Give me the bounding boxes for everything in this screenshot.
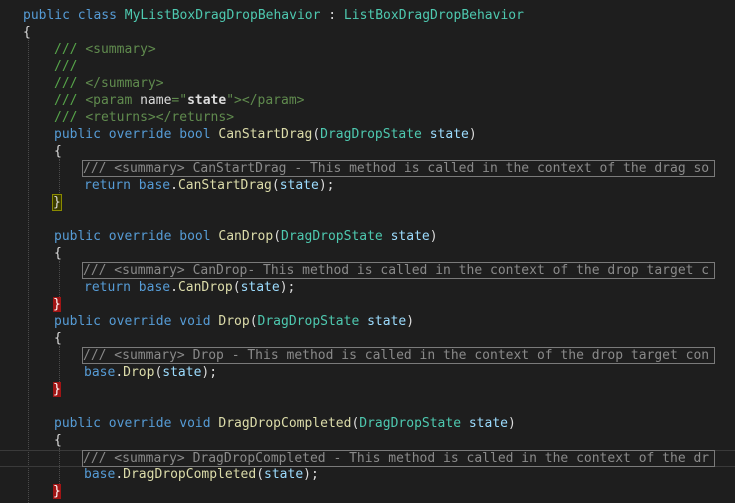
open-brace: { — [23, 25, 31, 40]
keyword: base — [138, 280, 171, 295]
doc-comment-line[interactable]: /// <param name="state"></param> — [54, 92, 305, 109]
doc-slashes: /// — [54, 76, 86, 91]
collapsed-comment-block[interactable]: /// <summary> Drop - This method is call… — [82, 347, 715, 364]
keyword: public — [54, 314, 101, 329]
doc-attr-value: state — [187, 93, 227, 108]
indent-guide — [59, 346, 60, 386]
keyword: bool — [179, 229, 211, 244]
code-line[interactable]: } — [52, 194, 62, 211]
close-brace: } — [53, 484, 61, 499]
open-brace: { — [54, 144, 62, 159]
method-name: Drop — [218, 314, 250, 329]
argument: state — [240, 280, 280, 295]
doc-slashes: /// — [54, 93, 86, 108]
code-line[interactable]: { — [23, 24, 31, 41]
doc-comment-line[interactable]: /// — [54, 58, 77, 75]
class-name: MyListBoxDragDropBehavior — [124, 8, 321, 23]
method-call: Drop — [123, 365, 155, 380]
doc-tag: ></param> — [234, 93, 305, 108]
collapsed-comment-block[interactable]: /// <summary> CanStartDrag - This method… — [82, 160, 715, 177]
param-type: DragDropState — [359, 416, 462, 431]
indent-guide — [28, 40, 29, 503]
keyword: public — [54, 229, 101, 244]
doc-slashes: /// — [54, 110, 86, 125]
argument: state — [279, 178, 319, 193]
param-name: state — [429, 127, 469, 142]
method-signature-line[interactable]: public override bool CanDrop(DragDropSta… — [54, 228, 438, 245]
code-line[interactable]: return base.CanDrop(state); — [84, 279, 295, 296]
code-line[interactable]: } — [53, 381, 61, 398]
doc-attr-name: name — [140, 93, 172, 108]
keyword: override — [108, 127, 172, 142]
code-line[interactable]: { — [54, 245, 62, 262]
code-line[interactable]: { — [54, 432, 62, 449]
keyword: base — [84, 467, 116, 482]
code-line[interactable]: { — [54, 143, 62, 160]
param-type: DragDropState — [257, 314, 360, 329]
doc-tag: <summary> — [85, 42, 156, 57]
doc-comment-line[interactable]: /// <summary> — [54, 41, 156, 58]
keyword: class — [77, 8, 117, 23]
base-class-name: ListBoxDragDropBehavior — [343, 8, 524, 23]
colon-separator: : — [320, 8, 344, 23]
keyword: base — [84, 365, 116, 380]
keyword: override — [108, 416, 172, 431]
code-line[interactable]: } — [53, 296, 61, 313]
doc-tag: </summary> — [85, 76, 164, 91]
method-name: CanStartDrag — [218, 127, 313, 142]
indent-guide — [59, 159, 60, 199]
open-brace: { — [54, 331, 62, 346]
keyword: void — [179, 416, 211, 431]
method-signature-line[interactable]: public override void DragDropCompleted(D… — [54, 415, 516, 432]
collapsed-comment-block[interactable]: /// <summary> CanDrop- This method is ca… — [82, 262, 715, 279]
param-type: DragDropState — [281, 229, 383, 244]
close-brace: } — [53, 297, 61, 312]
keyword: void — [179, 314, 211, 329]
close-brace: } — [53, 382, 61, 397]
doc-comment-line[interactable]: /// <returns></returns> — [54, 109, 234, 126]
code-line[interactable]: } — [53, 483, 61, 500]
keyword: override — [108, 229, 172, 244]
method-name: CanDrop — [218, 229, 274, 244]
doc-attr-quote: " — [226, 93, 235, 108]
collapsed-comment-block[interactable]: /// <summary> DragDropCompleted - This m… — [82, 450, 715, 467]
keyword: override — [108, 314, 172, 329]
keyword: return — [84, 280, 131, 295]
argument: state — [264, 467, 304, 482]
keyword: bool — [179, 127, 211, 142]
param-name: state — [367, 314, 407, 329]
code-editor[interactable]: public class MyListBoxDragDropBehavior :… — [0, 0, 735, 503]
method-call: CanStartDrag — [177, 178, 272, 193]
doc-slashes: /// — [54, 42, 86, 57]
keyword: public — [54, 416, 101, 431]
method-name: DragDropCompleted — [218, 416, 352, 431]
code-line[interactable]: base.DragDropCompleted(state); — [84, 466, 319, 483]
method-signature-line[interactable]: public override void Drop(DragDropState … — [54, 313, 414, 330]
keyword: public — [54, 127, 101, 142]
param-type: DragDropState — [320, 127, 422, 142]
param-name: state — [468, 416, 508, 431]
keyword: public — [23, 8, 70, 23]
code-line[interactable]: base.Drop(state); — [84, 364, 217, 381]
argument: state — [162, 365, 202, 380]
open-brace: { — [54, 246, 62, 261]
matched-close-brace: } — [52, 194, 62, 211]
param-name: state — [390, 229, 430, 244]
open-brace: { — [54, 433, 62, 448]
code-line[interactable]: { — [54, 330, 62, 347]
doc-tag: <param — [85, 93, 141, 108]
code-line[interactable]: public class MyListBoxDragDropBehavior :… — [23, 7, 524, 24]
doc-slashes: /// — [54, 59, 78, 74]
method-call: DragDropCompleted — [123, 467, 257, 482]
doc-attr-eq: =" — [171, 93, 188, 108]
keyword: base — [138, 178, 171, 193]
method-signature-line[interactable]: public override bool CanStartDrag(DragDr… — [54, 126, 477, 143]
keyword: return — [84, 178, 131, 193]
doc-tag: <returns></returns> — [85, 110, 235, 125]
indent-guide — [59, 261, 60, 301]
doc-comment-line[interactable]: /// </summary> — [54, 75, 164, 92]
code-line[interactable]: return base.CanStartDrag(state); — [84, 177, 334, 194]
method-call: CanDrop — [177, 280, 233, 295]
